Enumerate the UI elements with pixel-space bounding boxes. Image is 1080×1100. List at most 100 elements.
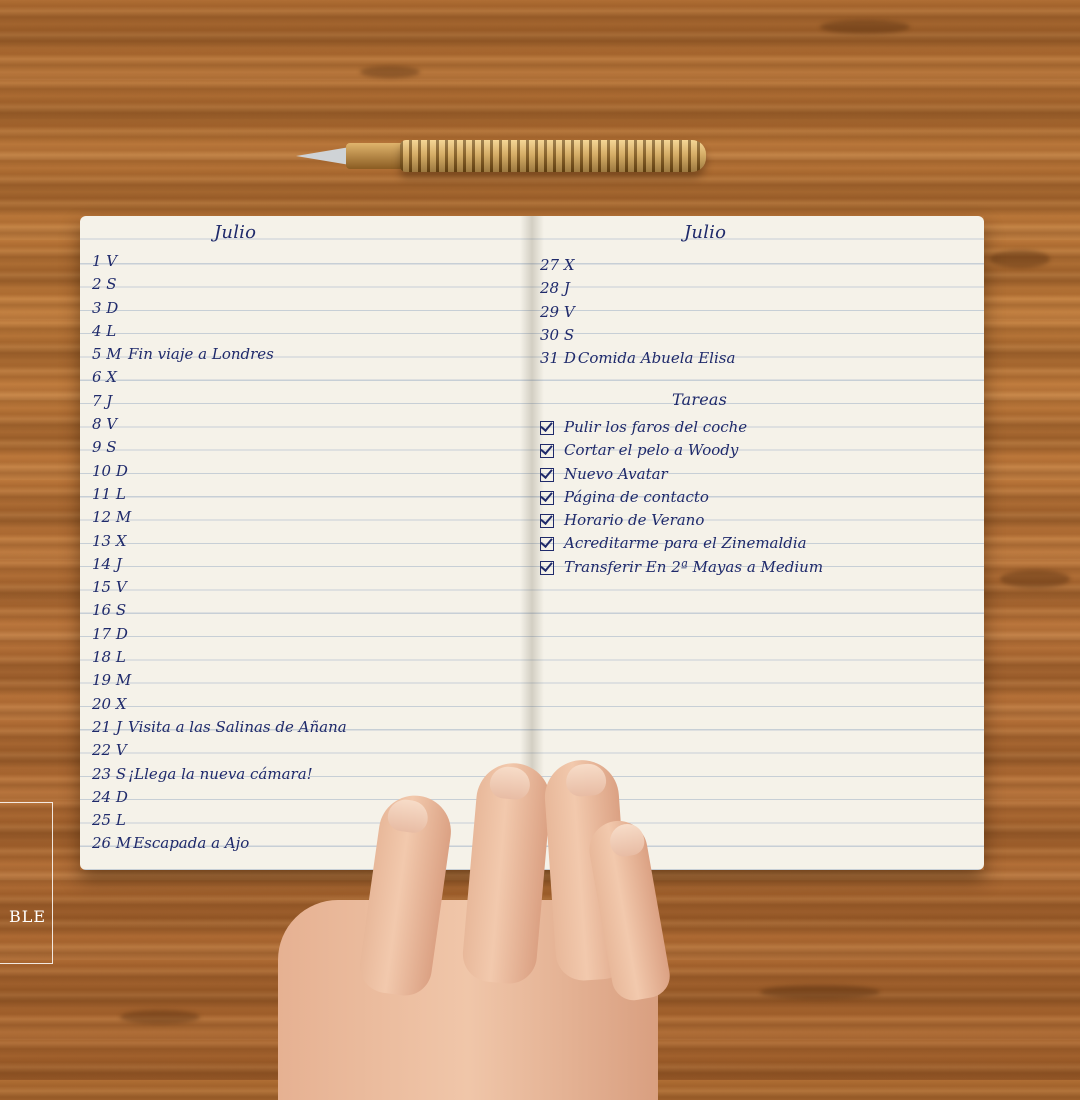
day-row: 25 L — [92, 809, 347, 832]
day-number: 15 V — [92, 578, 127, 597]
day-row: 24 D — [92, 786, 347, 809]
day-row: 30 S — [540, 324, 735, 347]
day-number: 12 M — [92, 508, 132, 527]
day-row: 20 X — [92, 693, 347, 716]
day-row: 15 V — [92, 576, 347, 599]
day-row: 4 L — [92, 320, 347, 343]
day-row: 6 X — [92, 366, 347, 389]
day-number: 2 S — [92, 275, 117, 294]
day-row: 18 L — [92, 646, 347, 669]
day-row: 26 M Escapada a Ajo — [92, 832, 347, 855]
task-item: Pulir los faros del coche — [540, 416, 823, 439]
day-number: 27 X — [540, 256, 575, 274]
day-row: 22 V — [92, 739, 347, 762]
day-number: 16 S — [92, 601, 127, 620]
wood-knot — [360, 66, 420, 78]
day-row: 9 S — [92, 436, 347, 459]
scene: { "notebook": { "left_page": { "title": … — [0, 0, 1080, 1100]
day-row: 13 X — [92, 530, 347, 553]
day-number: 18 L — [92, 648, 126, 667]
watermark-text: BLE — [8, 907, 46, 926]
task-item: Horario de Verano — [540, 509, 823, 532]
task-item: Acreditarme para el Zinemaldia — [540, 532, 823, 555]
day-number: 25 L — [92, 811, 126, 830]
task-item: Página de contacto — [540, 486, 823, 509]
day-number: 9 S — [92, 438, 117, 457]
day-row: 5 M Fin viaje a Londres — [92, 343, 347, 366]
task-item: Transferir En 2ª Mayas a Medium — [540, 556, 823, 579]
task-text: Acreditarme para el Zinemaldia — [564, 534, 807, 553]
day-row: 31 D Comida Abuela Elisa — [540, 347, 735, 370]
day-row: 17 D — [92, 623, 347, 646]
day-row: 11 L — [92, 483, 347, 506]
day-row: 19 M — [92, 669, 347, 692]
wood-knot — [1000, 570, 1070, 588]
day-entry: Comida Abuela Elisa — [577, 349, 736, 368]
day-row: 29 V — [540, 301, 735, 324]
day-number: 14 J — [92, 554, 122, 573]
day-number: 29 V — [540, 302, 575, 321]
day-entry: Visita a las Salinas de Añana — [128, 717, 347, 736]
task-item: Cortar el pelo a Woody — [540, 439, 823, 462]
day-row: 14 J — [92, 553, 347, 576]
day-row: 1 V — [92, 250, 347, 273]
day-row: 7 J — [92, 390, 347, 413]
day-number: 23 S — [92, 764, 127, 783]
day-number: 6 X — [92, 368, 117, 387]
day-number: 17 D — [92, 624, 128, 643]
day-entry: Escapada a Ajo — [133, 834, 250, 853]
day-row: 3 D — [92, 297, 347, 320]
day-row: 21 J Visita a las Salinas de Añana — [92, 716, 347, 739]
day-number: 1 V — [92, 252, 118, 270]
right-page-title: Julio — [684, 222, 727, 243]
pen-nib — [296, 147, 350, 165]
wood-knot — [760, 985, 880, 999]
task-item: Nuevo Avatar — [540, 463, 823, 486]
day-row: 12 M — [92, 506, 347, 529]
day-row: 28 J — [540, 277, 735, 300]
day-number: 30 S — [540, 325, 575, 344]
day-entry: Fin viaje a Londres — [128, 345, 274, 364]
wood-knot — [990, 250, 1050, 268]
task-text: Página de contacto — [564, 487, 709, 506]
day-row: 10 D — [92, 460, 347, 483]
day-number: 21 J — [92, 717, 122, 736]
task-list: Pulir los faros del coche Cortar el pelo … — [540, 416, 823, 579]
day-row: 8 V — [92, 413, 347, 436]
task-text: Transferir En 2ª Mayas a Medium — [564, 557, 824, 576]
day-number: 22 V — [92, 741, 127, 760]
fountain-pen — [296, 139, 708, 173]
pen-barrel — [400, 140, 706, 172]
task-text: Horario de Verano — [564, 511, 705, 530]
day-number: 26 M — [92, 834, 132, 853]
task-text: Nuevo Avatar — [564, 464, 668, 483]
day-number: 20 X — [92, 694, 127, 713]
day-number: 10 D — [92, 461, 128, 480]
day-row: 27 X — [540, 254, 735, 277]
day-number: 8 V — [92, 415, 118, 434]
left-page: Julio 1 V 2 S 3 D 4 L 5 M Fin viaje a Londres… — [80, 216, 532, 870]
day-number: 11 L — [92, 484, 126, 503]
day-number: 31 D — [540, 349, 576, 368]
wood-knot — [820, 20, 910, 34]
day-row: 2 S — [92, 273, 347, 296]
pen-grip — [346, 143, 404, 169]
day-number: 13 X — [92, 531, 127, 550]
fingernail — [564, 762, 608, 798]
day-row: 16 S — [92, 599, 347, 622]
day-entry: ¡Llega la nueva cámara! — [128, 764, 313, 783]
tasks-title: Tareas — [672, 390, 728, 409]
left-day-list: 1 V 2 S 3 D 4 L 5 M Fin viaje a Londres 6 X 7 J… — [92, 250, 347, 856]
day-number: 24 D — [92, 787, 128, 806]
day-number: 28 J — [540, 279, 570, 298]
day-number: 19 M — [92, 671, 132, 690]
day-number: 5 M — [92, 345, 122, 364]
day-row: 23 S ¡Llega la nueva cámara! — [92, 763, 347, 786]
task-text: Pulir los faros del coche — [564, 418, 748, 436]
day-number: 3 D — [92, 298, 119, 317]
day-number: 7 J — [92, 391, 113, 410]
wood-knot — [120, 1010, 200, 1024]
task-text: Cortar el pelo a Woody — [564, 441, 739, 460]
right-day-list: 27 X 28 J 29 V 30 S 31 D Comida Abuela Elisa — [540, 254, 735, 370]
watermark-frame: BLE — [0, 802, 53, 964]
